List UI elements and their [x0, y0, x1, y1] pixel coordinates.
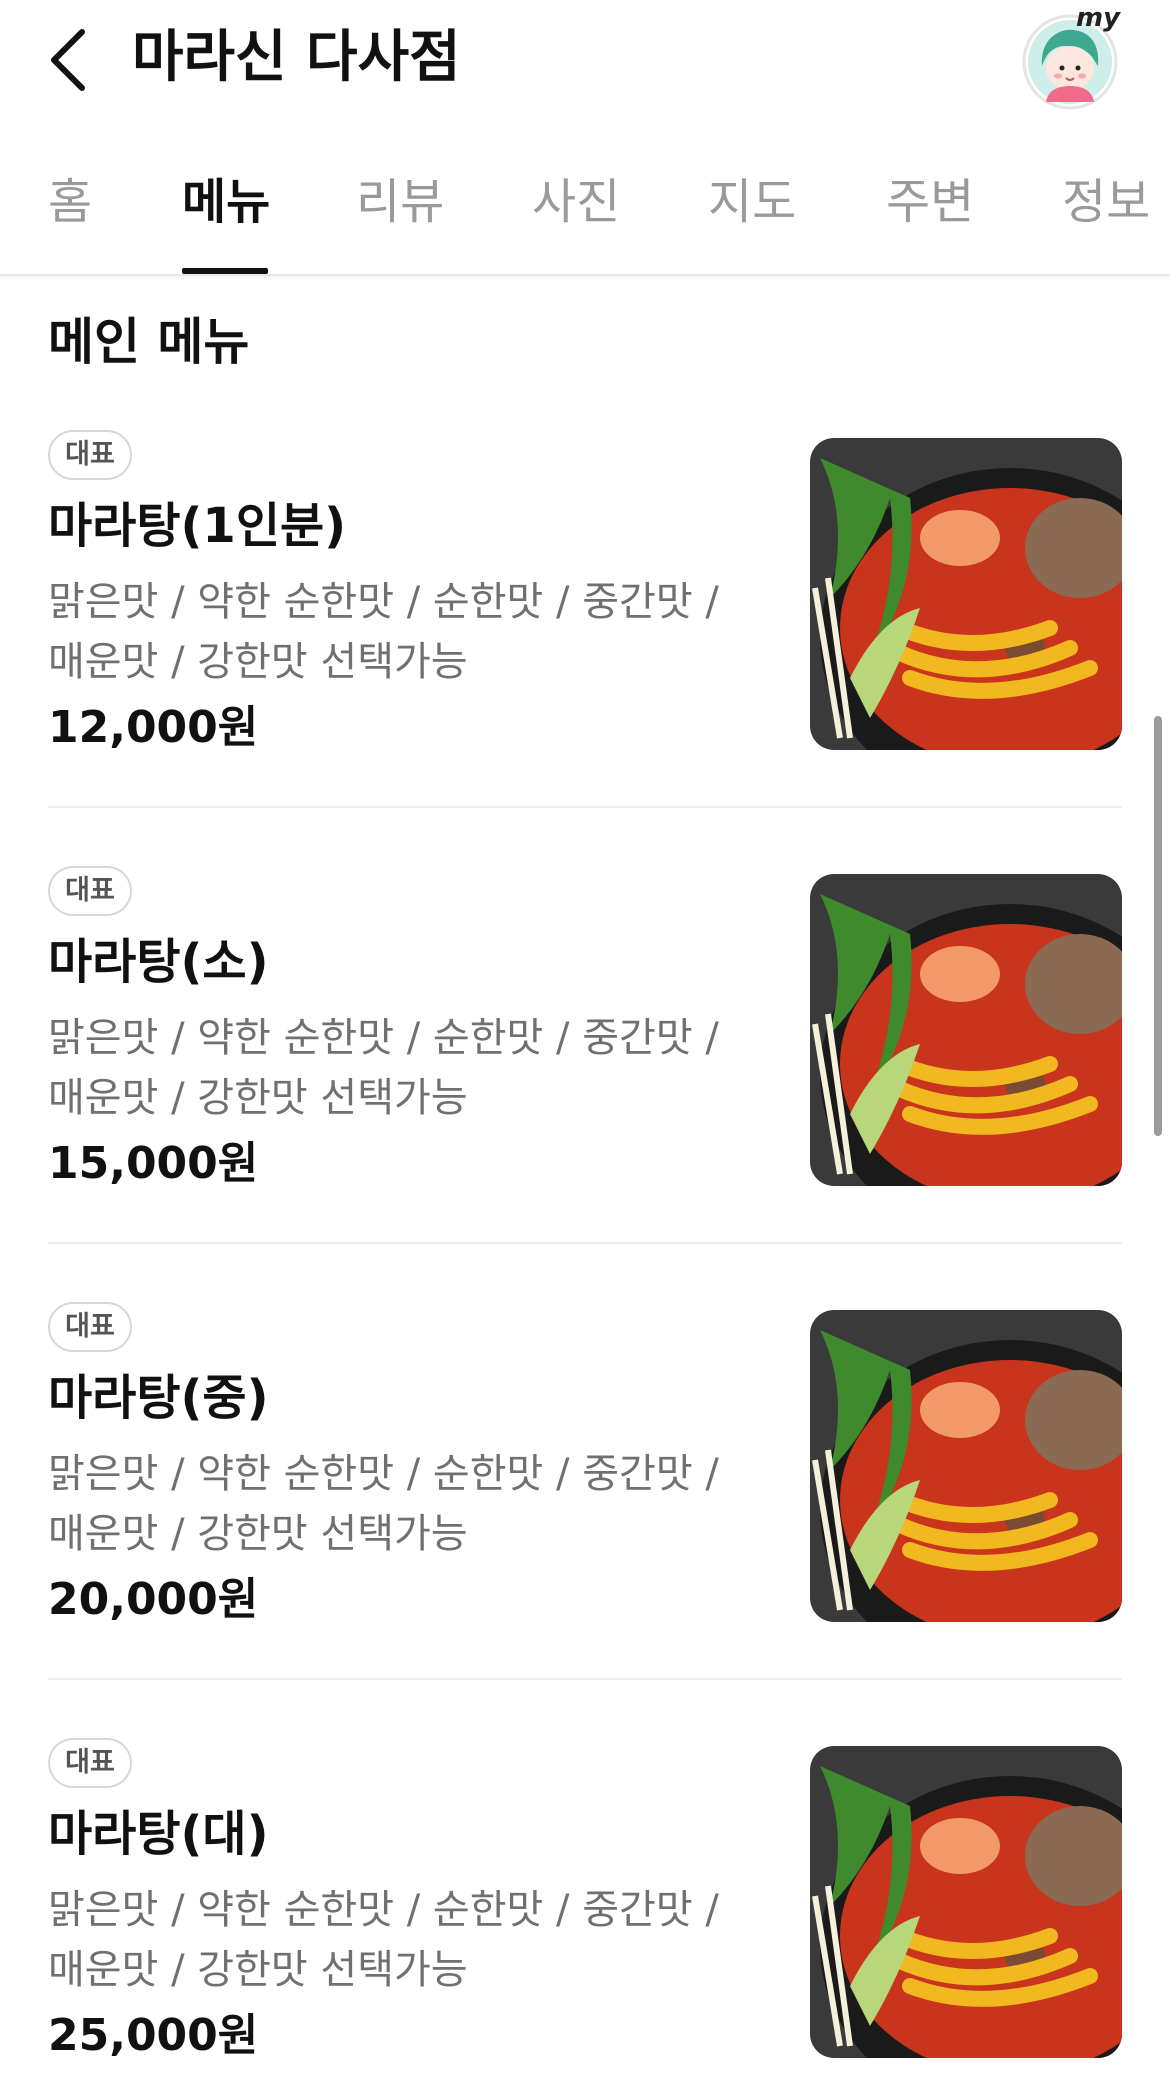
menu-item-description: 맑은맛 / 약한 순한맛 / 순한맛 / 중간맛 / 매운맛 / 강한맛 선택가… [48, 1008, 748, 1128]
menu-item-description-line: 맑은맛 / 약한 순한맛 / 순한맛 / 중간맛 / [48, 1887, 719, 1933]
menu-item-price: 20,000원 [48, 1574, 259, 1625]
menu-item[interactable]: 대표 마라탕(중) 맑은맛 / 약한 순한맛 / 순한맛 / 중간맛 / 매운맛… [0, 1302, 1170, 1738]
tab-nearby[interactable]: 주변 [886, 170, 974, 234]
malatang-dish-image [810, 874, 1122, 1186]
page-title: 마라신 다사점 [132, 25, 461, 90]
tab-home[interactable]: 홈 [48, 170, 92, 234]
tab-menu[interactable]: 메뉴 [182, 170, 270, 234]
menu-item-description: 맑은맛 / 약한 순한맛 / 순한맛 / 중간맛 / 매운맛 / 강한맛 선택가… [48, 1444, 748, 1564]
malatang-photo[interactable] [810, 1310, 1122, 1622]
menu-item-description-line: 맑은맛 / 약한 순한맛 / 순한맛 / 중간맛 / [48, 1015, 719, 1061]
malatang-photo[interactable] [810, 874, 1122, 1186]
menu-item-description-line: 맑은맛 / 약한 순한맛 / 순한맛 / 중간맛 / [48, 579, 719, 625]
scrollbar[interactable] [1154, 716, 1162, 1136]
malatang-dish-image [810, 1310, 1122, 1622]
active-tab-indicator [182, 268, 268, 274]
chevron-left-icon [51, 29, 85, 91]
my-avatar-icon: my [1022, 3, 1121, 110]
my-profile-button[interactable]: my [1016, 3, 1126, 114]
menu-item-price: 25,000원 [48, 2010, 259, 2061]
featured-badge: 대표 [48, 866, 132, 916]
menu-item-description: 맑은맛 / 약한 순한맛 / 순한맛 / 중간맛 / 매운맛 / 강한맛 선택가… [48, 1880, 748, 2000]
tab-reviews[interactable]: 리뷰 [356, 170, 444, 234]
malatang-dish-image [810, 1746, 1122, 2058]
menu-item-name: 마라탕(중) [48, 1370, 269, 1426]
featured-badge: 대표 [48, 1302, 132, 1352]
section-title: 메인 메뉴 [48, 313, 250, 371]
menu-item-name: 마라탕(소) [48, 934, 269, 990]
menu-item-price: 15,000원 [48, 1138, 259, 1189]
menu-item-name: 마라탕(대) [48, 1806, 269, 1862]
featured-badge: 대표 [48, 1738, 132, 1788]
menu-item[interactable]: 대표 마라탕(1인분) 맑은맛 / 약한 순한맛 / 순한맛 / 중간맛 / 매… [0, 430, 1170, 866]
menu-item-description-line: 맑은맛 / 약한 순한맛 / 순한맛 / 중간맛 / [48, 1451, 719, 1497]
app-header: 마라신 다사점 my [0, 0, 1170, 130]
tab-map[interactable]: 지도 [708, 170, 796, 234]
divider [48, 1242, 1122, 1244]
menu-item-description-line: 매운맛 / 강한맛 선택가능 [48, 1511, 468, 1557]
tab-photos[interactable]: 사진 [532, 170, 620, 234]
divider [48, 806, 1122, 808]
featured-badge: 대표 [48, 430, 132, 480]
menu-item-description-line: 매운맛 / 강한맛 선택가능 [48, 1947, 468, 1993]
malatang-photo[interactable] [810, 438, 1122, 750]
menu-item-description-line: 매운맛 / 강한맛 선택가능 [48, 639, 468, 685]
divider [48, 1678, 1122, 1680]
menu-item-price: 12,000원 [48, 702, 259, 753]
menu-item-name: 마라탕(1인분) [48, 498, 347, 554]
malatang-dish-image [810, 438, 1122, 750]
tab-bar: 홈 메뉴 리뷰 사진 지도 주변 정보 [0, 140, 1170, 276]
svg-text:my: my [1076, 4, 1121, 33]
back-button[interactable] [40, 22, 104, 98]
tab-info[interactable]: 정보 [1062, 170, 1150, 234]
menu-item-description-line: 매운맛 / 강한맛 선택가능 [48, 1075, 468, 1121]
menu-item[interactable]: 대표 마라탕(대) 맑은맛 / 약한 순한맛 / 순한맛 / 중간맛 / 매운맛… [0, 1738, 1170, 2086]
malatang-photo[interactable] [810, 1746, 1122, 2058]
menu-item[interactable]: 대표 마라탕(소) 맑은맛 / 약한 순한맛 / 순한맛 / 중간맛 / 매운맛… [0, 866, 1170, 1302]
menu-item-description: 맑은맛 / 약한 순한맛 / 순한맛 / 중간맛 / 매운맛 / 강한맛 선택가… [48, 572, 748, 692]
